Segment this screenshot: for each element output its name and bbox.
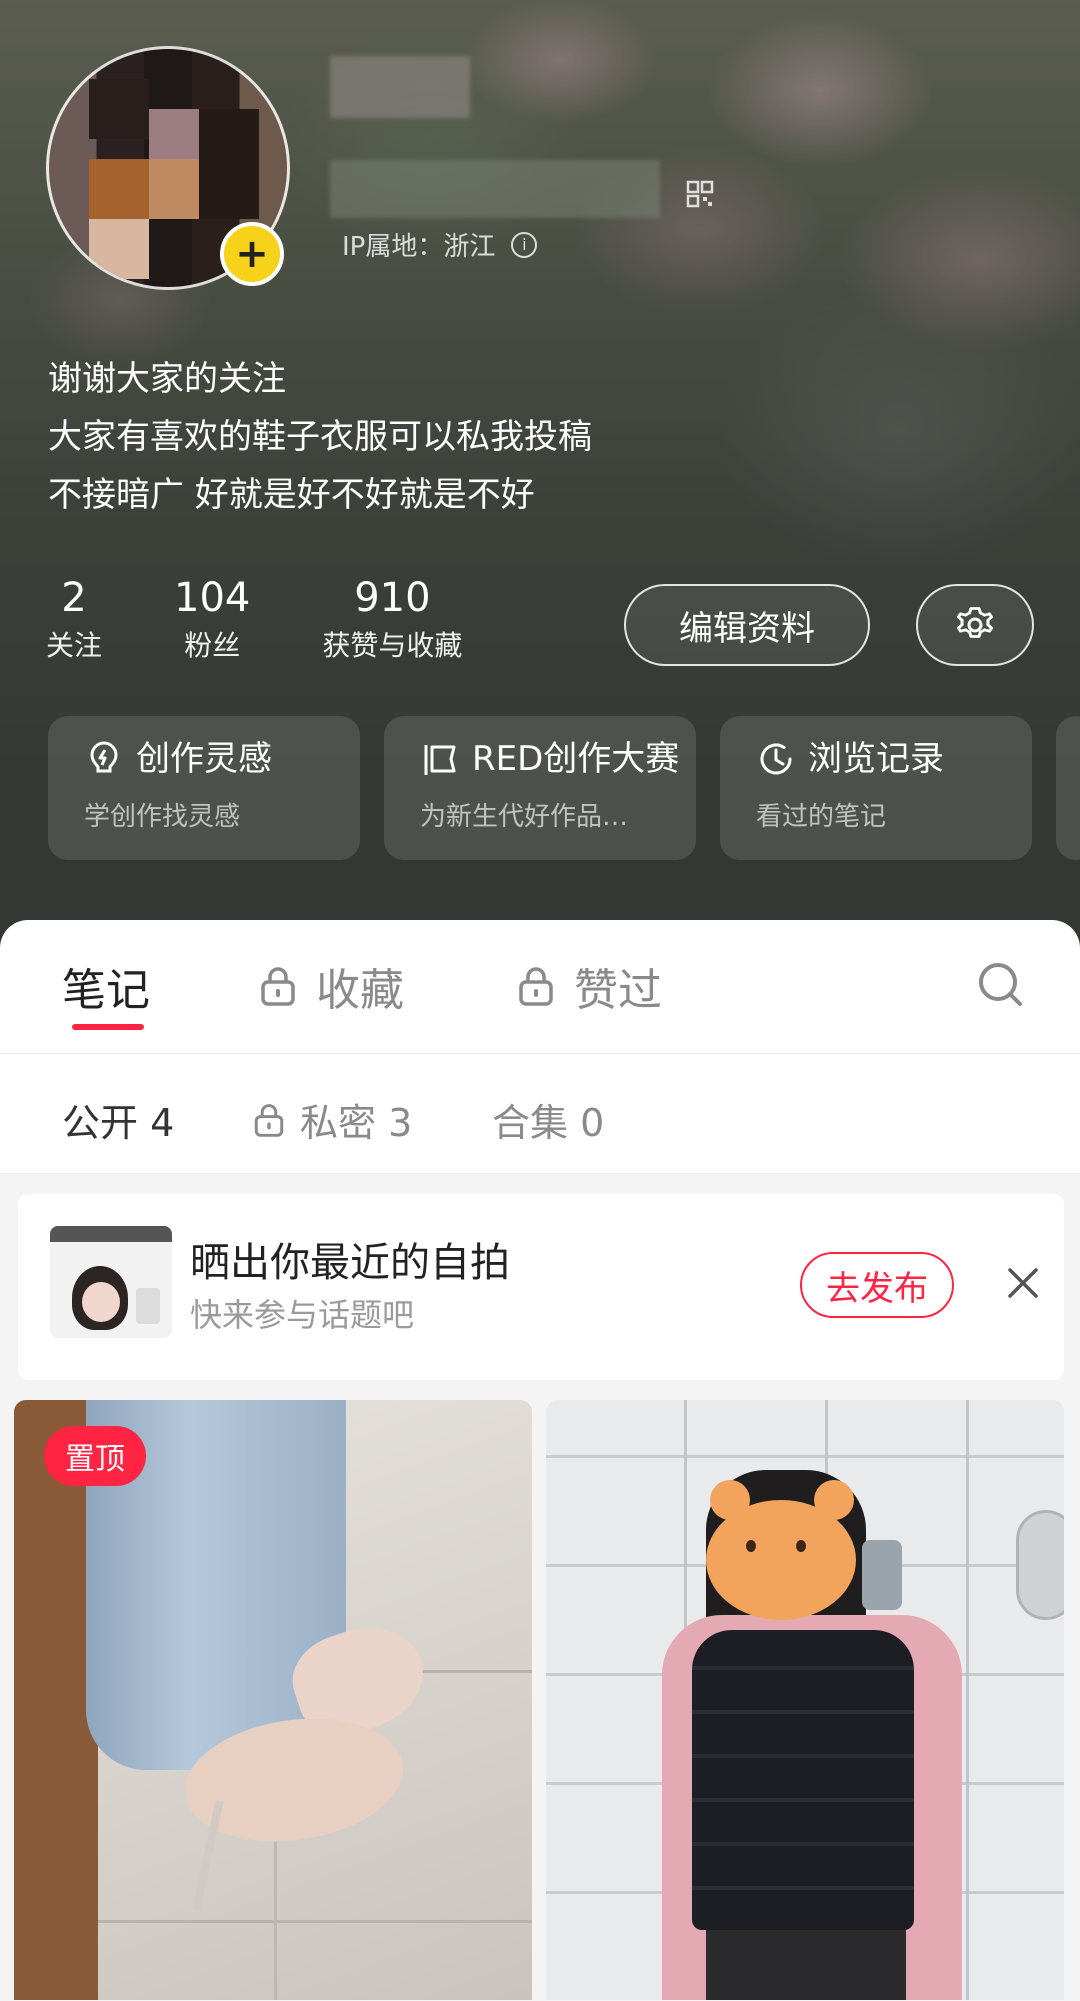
main-tabs: 笔记 收藏 赞过 <box>0 920 1080 1054</box>
publish-button[interactable]: 去发布 <box>800 1252 954 1318</box>
stat-value: 104 <box>174 575 251 621</box>
add-avatar-button[interactable]: + <box>220 222 284 286</box>
lock-icon <box>519 967 553 1006</box>
bio-line: 大家有喜欢的鞋子衣服可以私我投稿 <box>48 417 592 457</box>
card-subtitle: 学创作找灵感 <box>84 802 241 832</box>
pinned-badge: 置顶 <box>44 1426 146 1486</box>
stat-label: 粉丝 <box>184 629 241 662</box>
stat-value: 2 <box>61 575 87 621</box>
bio-line: 谢谢大家的关注 <box>48 359 286 399</box>
card-title: 浏览记录 <box>808 739 944 779</box>
profile-stats: 2 关注 104 粉丝 910 获赞与收藏 <box>46 572 534 668</box>
card-subtitle: 为新生代好作品… <box>420 802 629 832</box>
content-panel: 笔记 收藏 赞过 公开 4 私密 3 合集 0 晒出你最近的自拍 快来参与话题吧… <box>0 920 1080 2001</box>
bio: 谢谢大家的关注 大家有喜欢的鞋子衣服可以私我投稿 不接暗广 好就是好不好就是不好 <box>48 350 592 524</box>
lock-icon <box>261 967 295 1006</box>
topic-prompt-card[interactable]: 晒出你最近的自拍 快来参与话题吧 去发布 <box>18 1194 1064 1380</box>
settings-button[interactable] <box>916 584 1034 666</box>
info-icon[interactable]: i <box>511 231 538 258</box>
stat-value: 910 <box>354 575 431 621</box>
tab-notes[interactable]: 笔记 <box>62 954 150 1018</box>
card-title: 创作灵感 <box>136 739 272 779</box>
subtab-label: 私密 3 <box>300 1101 413 1145</box>
flag-icon <box>424 745 456 775</box>
bio-line: 不接暗广 好就是好不好就是不好 <box>48 475 535 515</box>
ip-location: IP属地：浙江 i <box>342 226 538 263</box>
card-subtitle: 看过的笔记 <box>756 802 887 832</box>
stat-followers[interactable]: 104 粉丝 <box>174 572 250 668</box>
subtab-public[interactable]: 公开 4 <box>62 1092 174 1147</box>
tab-collections[interactable]: 收藏 <box>258 954 404 1018</box>
bulb-icon <box>90 741 118 773</box>
tab-label: 笔记 <box>62 965 150 1016</box>
ip-location-text: IP属地：浙江 <box>342 232 496 262</box>
stat-label: 关注 <box>46 629 103 662</box>
note-card-image[interactable] <box>546 1400 1064 2000</box>
lock-icon <box>254 1103 284 1137</box>
subtab-label: 合集 0 <box>492 1101 605 1145</box>
user-id-redacted <box>330 160 660 218</box>
card-inspiration[interactable]: 创作灵感 学创作找灵感 <box>48 716 360 860</box>
username-redacted <box>330 56 470 118</box>
subtab-collections[interactable]: 合集 0 <box>492 1092 604 1147</box>
subtab-label: 公开 4 <box>62 1101 175 1145</box>
close-icon[interactable] <box>1002 1262 1044 1304</box>
stat-label: 获赞与收藏 <box>322 629 463 662</box>
tab-active-indicator <box>72 1024 144 1030</box>
card-title: RED创作大赛 <box>472 739 680 779</box>
card-history[interactable]: 浏览记录 看过的笔记 <box>720 716 1032 860</box>
note-card-image[interactable] <box>14 1400 532 2000</box>
topic-subtitle: 快来参与话题吧 <box>190 1296 415 1334</box>
qr-code-icon[interactable] <box>686 180 714 208</box>
gear-icon <box>957 607 993 638</box>
card-overflow[interactable] <box>1056 716 1080 860</box>
topic-thumbnail <box>50 1226 172 1338</box>
search-icon[interactable] <box>976 960 1026 1010</box>
stat-likes-collects[interactable]: 910 获赞与收藏 <box>322 572 462 668</box>
card-red-contest[interactable]: RED创作大赛 为新生代好作品… <box>384 716 696 860</box>
note-filter-tabs: 公开 4 私密 3 合集 0 <box>0 1054 1080 1174</box>
stat-following[interactable]: 2 关注 <box>46 572 102 668</box>
edit-profile-button[interactable]: 编辑资料 <box>624 584 870 666</box>
tab-label: 收藏 <box>316 965 404 1016</box>
clock-icon <box>760 743 792 775</box>
tab-label: 赞过 <box>574 965 662 1016</box>
feature-cards: 创作灵感 学创作找灵感 RED创作大赛 为新生代好作品… 浏览记录 看过的笔记 <box>48 716 1032 860</box>
subtab-private[interactable]: 私密 3 <box>252 1092 412 1147</box>
tab-liked[interactable]: 赞过 <box>516 954 662 1018</box>
topic-title: 晒出你最近的自拍 <box>190 1240 510 1286</box>
